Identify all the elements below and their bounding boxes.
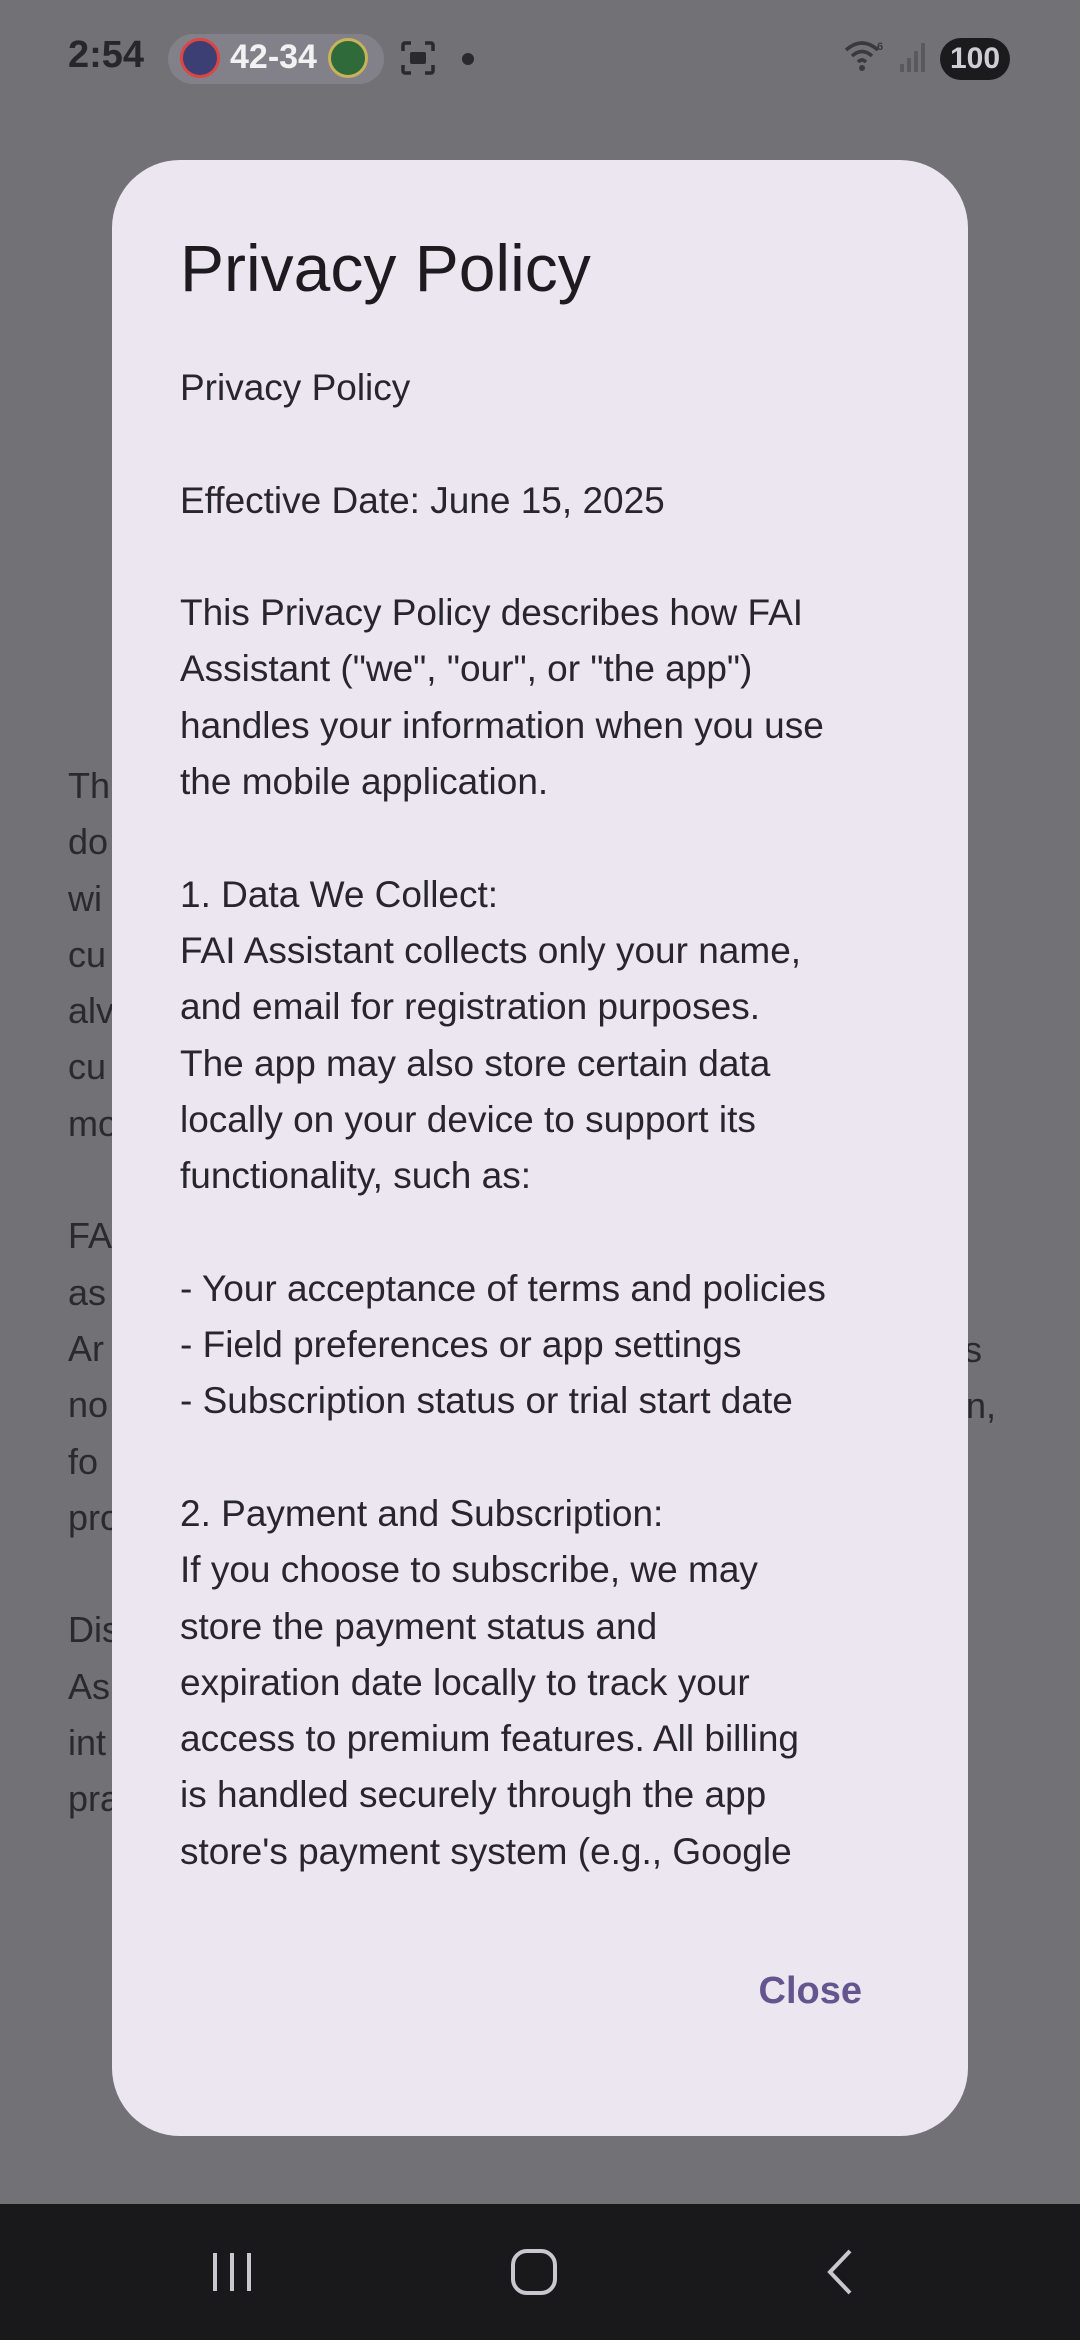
policy-line: - Subscription status or trial start dat… [180, 1380, 793, 1422]
policy-line: FAI Assistant collects only your name, [180, 929, 802, 971]
dialog-title: Privacy Policy [180, 231, 591, 305]
screenshot-icon [401, 41, 435, 75]
policy-line: - Field preferences or app settings [180, 1324, 742, 1366]
background-text-fragment: s [964, 1329, 982, 1370]
policy-line: is handled securely through the app [180, 1774, 767, 1816]
policy-line: store the payment status and [180, 1605, 658, 1647]
status-bar: 2:54 42-34 6 100 [0, 0, 1080, 120]
policy-line: The app may also store certain data [180, 1042, 771, 1084]
close-button[interactable]: Close [759, 1970, 862, 2013]
navigation-bar [0, 2204, 1080, 2340]
policy-line: expiration date locally to track your [180, 1661, 750, 1703]
policy-line: functionality, such as: [180, 1155, 531, 1197]
team-logo-icon [328, 38, 368, 78]
policy-line: the mobile application. [180, 761, 549, 803]
svg-text:6: 6 [877, 41, 883, 53]
game-score: 42-34 [230, 38, 317, 76]
policy-line: and email for registration purposes. [180, 986, 760, 1028]
policy-line: Assistant ("we", "our", or "the app") [180, 648, 753, 690]
dialog-scroll-body[interactable]: Privacy Policy Effective Date: June 15, 2… [180, 360, 920, 2028]
home-icon [511, 2249, 557, 2295]
team-logo-icon [180, 38, 220, 78]
policy-line: 1. Data We Collect: [180, 873, 499, 915]
policy-line: store's payment system (e.g., Google [180, 1830, 792, 1872]
back-button[interactable] [770, 2204, 910, 2340]
policy-line: - Your acceptance of terms and policies [180, 1267, 826, 1309]
policy-line: If you choose to subscribe, we may [180, 1549, 758, 1591]
back-icon [827, 2249, 852, 2295]
policy-line: locally on your device to support its [180, 1098, 756, 1140]
privacy-policy-dialog: Privacy Policy Privacy Policy Effective D… [112, 160, 968, 2136]
policy-text: Privacy Policy Effective Date: June 15, 2… [180, 360, 920, 1880]
recents-button[interactable] [162, 2204, 302, 2340]
policy-line: 2. Payment and Subscription: [180, 1492, 664, 1534]
signal-icon [900, 43, 925, 72]
recents-icon [213, 2253, 251, 2291]
background-text-fragment: l [962, 1040, 1002, 1096]
policy-line: Effective Date: June 15, 2025 [180, 479, 665, 521]
home-button[interactable] [464, 2204, 604, 2340]
policy-line: access to premium features. All billing [180, 1718, 799, 1760]
wifi-icon: 6 [844, 41, 883, 71]
policy-line: Privacy Policy [180, 367, 411, 408]
status-time: 2:54 [68, 34, 145, 76]
policy-line: handles your information when you use [180, 704, 824, 746]
policy-line: This Privacy Policy describes how FAI [180, 592, 804, 634]
battery-indicator: 100 [940, 38, 1010, 80]
notification-dot-icon [462, 53, 474, 65]
